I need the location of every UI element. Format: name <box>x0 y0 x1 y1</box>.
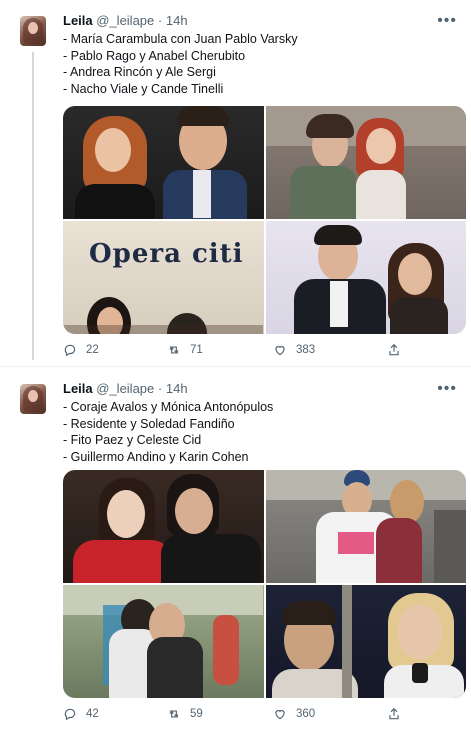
tweet-text-line: - Coraje Avalos y Mónica Antonópulos <box>63 400 274 414</box>
photo[interactable] <box>265 470 466 583</box>
author-name[interactable]: Leila <box>63 13 93 28</box>
thread-line <box>32 52 34 360</box>
photo[interactable]: Opera citi <box>63 221 264 334</box>
share-button[interactable] <box>387 707 401 721</box>
tweet-actions: 42 59 360 <box>63 707 403 727</box>
tweet-actions: 22 71 383 <box>63 343 403 363</box>
author-handle[interactable]: @_leilape <box>96 13 154 28</box>
tweet[interactable]: Leila @_leilape · 14h ••• - Coraje Avalo… <box>0 368 471 733</box>
like-count: 383 <box>296 344 316 356</box>
tweet-text-line: - Guillermo Andino y Karin Cohen <box>63 449 249 464</box>
tweet-text-line: - Nacho Viale y Cande Tinelli <box>63 81 224 96</box>
reply-button[interactable]: 22 <box>63 343 99 357</box>
like-count: 360 <box>296 708 316 720</box>
tweet-header: Leila @_leilape · 14h <box>63 13 188 28</box>
reply-icon <box>64 344 76 357</box>
retweet-button[interactable]: 71 <box>167 343 203 357</box>
share-icon <box>389 707 399 720</box>
like-button[interactable]: 360 <box>273 707 315 721</box>
timestamp[interactable]: 14h <box>166 13 188 28</box>
tweet-text-line: - Andrea Rincón y Ale Sergi <box>63 65 216 79</box>
photo-sign-text: Opera citi <box>89 239 244 269</box>
photo[interactable] <box>63 106 264 219</box>
photo[interactable] <box>63 585 264 698</box>
retweet-count: 71 <box>190 344 203 356</box>
like-icon <box>275 345 285 356</box>
share-button[interactable] <box>387 343 401 357</box>
media-grid: Opera citi <box>63 106 466 334</box>
separator: · <box>157 13 163 28</box>
avatar[interactable] <box>20 16 46 46</box>
avatar[interactable] <box>20 384 46 414</box>
tweet-text-line: - Pablo Rago y Anabel Cherubito <box>63 48 246 63</box>
timestamp[interactable]: 14h <box>166 381 188 396</box>
reply-count: 22 <box>86 344 99 356</box>
tweet[interactable]: Leila @_leilape · 14h ••• - María Caramb… <box>0 0 471 366</box>
author-name[interactable]: Leila <box>63 381 93 396</box>
retweet-count: 59 <box>190 708 203 720</box>
photo[interactable] <box>265 221 466 334</box>
tweet-text-line: - Residente y Soledad Fandiño <box>63 416 235 431</box>
retweet-button[interactable]: 59 <box>167 707 203 721</box>
tweet-text-line: - Fito Paez y Celeste Cid <box>63 433 202 447</box>
tweet-divider <box>0 366 471 367</box>
tweet-header: Leila @_leilape · 14h <box>63 381 188 396</box>
author-handle[interactable]: @_leilape <box>96 381 154 396</box>
photo[interactable] <box>63 470 264 583</box>
tweet-text: - Coraje Avalos y Mónica Antonópulos - R… <box>63 399 273 465</box>
tweet-text: - María Carambula con Juan Pablo Varsky … <box>63 31 298 97</box>
reply-button[interactable]: 42 <box>63 707 99 721</box>
separator: · <box>157 381 163 396</box>
reply-icon <box>64 708 76 721</box>
media-grid <box>63 470 466 698</box>
more-icon[interactable]: ••• <box>437 380 457 398</box>
tweet-text-line: - María Carambula con Juan Pablo Varsky <box>63 32 298 46</box>
retweet-icon <box>169 346 179 354</box>
photo[interactable] <box>265 106 466 219</box>
share-icon <box>389 343 399 356</box>
photo[interactable] <box>265 585 466 698</box>
reply-count: 42 <box>86 708 99 720</box>
like-button[interactable]: 383 <box>273 343 315 357</box>
more-icon[interactable]: ••• <box>437 12 457 30</box>
retweet-icon <box>169 710 179 718</box>
like-icon <box>275 709 285 720</box>
